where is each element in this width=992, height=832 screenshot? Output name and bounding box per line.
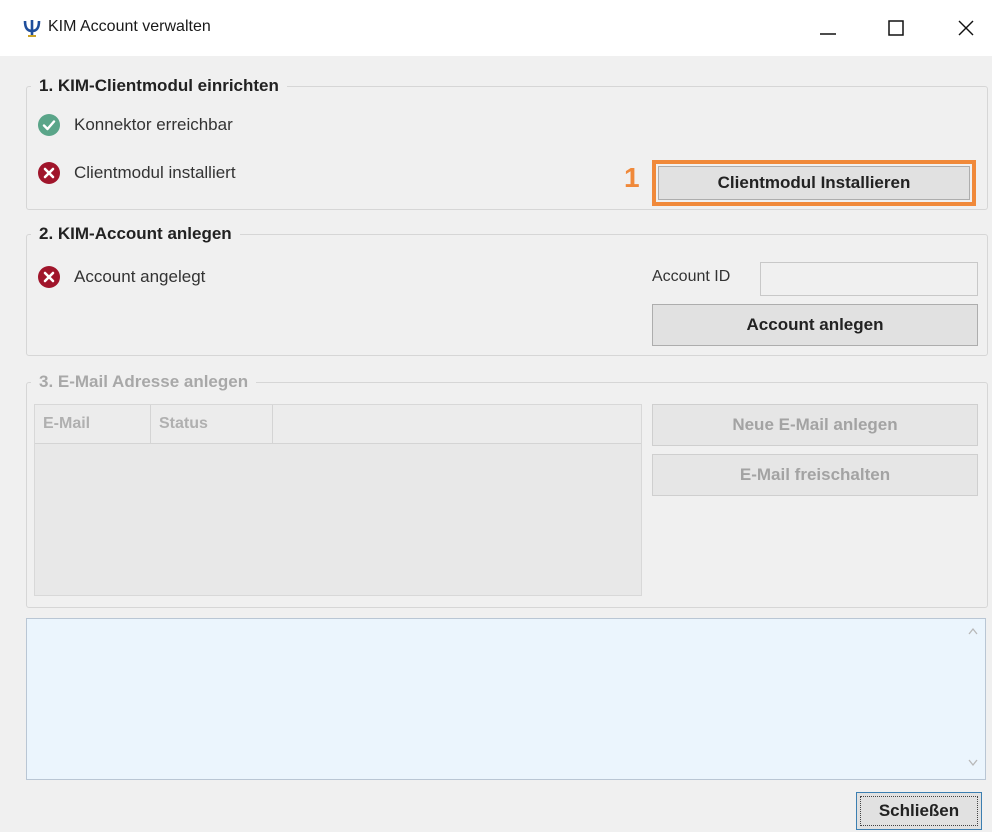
log-output[interactable]	[26, 618, 986, 780]
close-icon	[958, 20, 974, 36]
column-filler	[273, 405, 641, 443]
account-id-label: Account ID	[652, 268, 731, 285]
maximize-icon	[888, 20, 904, 36]
activate-email-button[interactable]: E-Mail freischalten	[652, 454, 978, 496]
window-client-area: 1. KIM-Clientmodul einrichten Konnektor …	[0, 56, 992, 832]
email-list-header: E-Mail Status	[35, 405, 641, 444]
title-bar: KIM Account verwalten	[0, 0, 992, 56]
email-list[interactable]: E-Mail Status	[34, 404, 642, 596]
maximize-button[interactable]	[874, 8, 918, 48]
status-clientmodul: Clientmodul installiert	[38, 162, 236, 184]
check-circle-icon	[38, 114, 60, 136]
status-account-label: Account angelegt	[74, 267, 206, 286]
close-window-button[interactable]	[944, 8, 988, 48]
error-circle-icon	[38, 162, 60, 184]
status-account: Account angelegt	[38, 266, 205, 288]
section-email-title: 3. E-Mail Adresse anlegen	[39, 372, 249, 391]
section-clientmodul-title: 1. KIM-Clientmodul einrichten	[39, 76, 279, 95]
new-email-button[interactable]: Neue E-Mail anlegen	[652, 404, 978, 446]
focus-rectangle	[860, 796, 978, 826]
close-button[interactable]: Schließen	[856, 792, 982, 830]
status-clientmodul-label: Clientmodul installiert	[74, 163, 236, 182]
scroll-up-icon[interactable]	[968, 627, 978, 635]
psi-icon	[23, 20, 41, 37]
minimize-icon	[820, 33, 836, 35]
minimize-button[interactable]	[806, 8, 850, 48]
log-scrollbar[interactable]	[962, 619, 984, 779]
create-account-button[interactable]: Account anlegen	[652, 304, 978, 346]
status-konnektor-label: Konnektor erreichbar	[74, 115, 233, 134]
account-id-field[interactable]	[760, 262, 978, 296]
section-account-title: 2. KIM-Account anlegen	[39, 224, 232, 243]
status-konnektor: Konnektor erreichbar	[38, 114, 233, 136]
scroll-down-icon[interactable]	[968, 759, 978, 767]
install-clientmodul-button[interactable]: Clientmodul Installieren	[658, 166, 970, 200]
window-title: KIM Account verwalten	[48, 18, 211, 35]
error-circle-icon	[38, 266, 60, 288]
column-status[interactable]: Status	[151, 405, 273, 443]
column-email[interactable]: E-Mail	[35, 405, 151, 443]
step-marker: 1	[624, 162, 640, 193]
